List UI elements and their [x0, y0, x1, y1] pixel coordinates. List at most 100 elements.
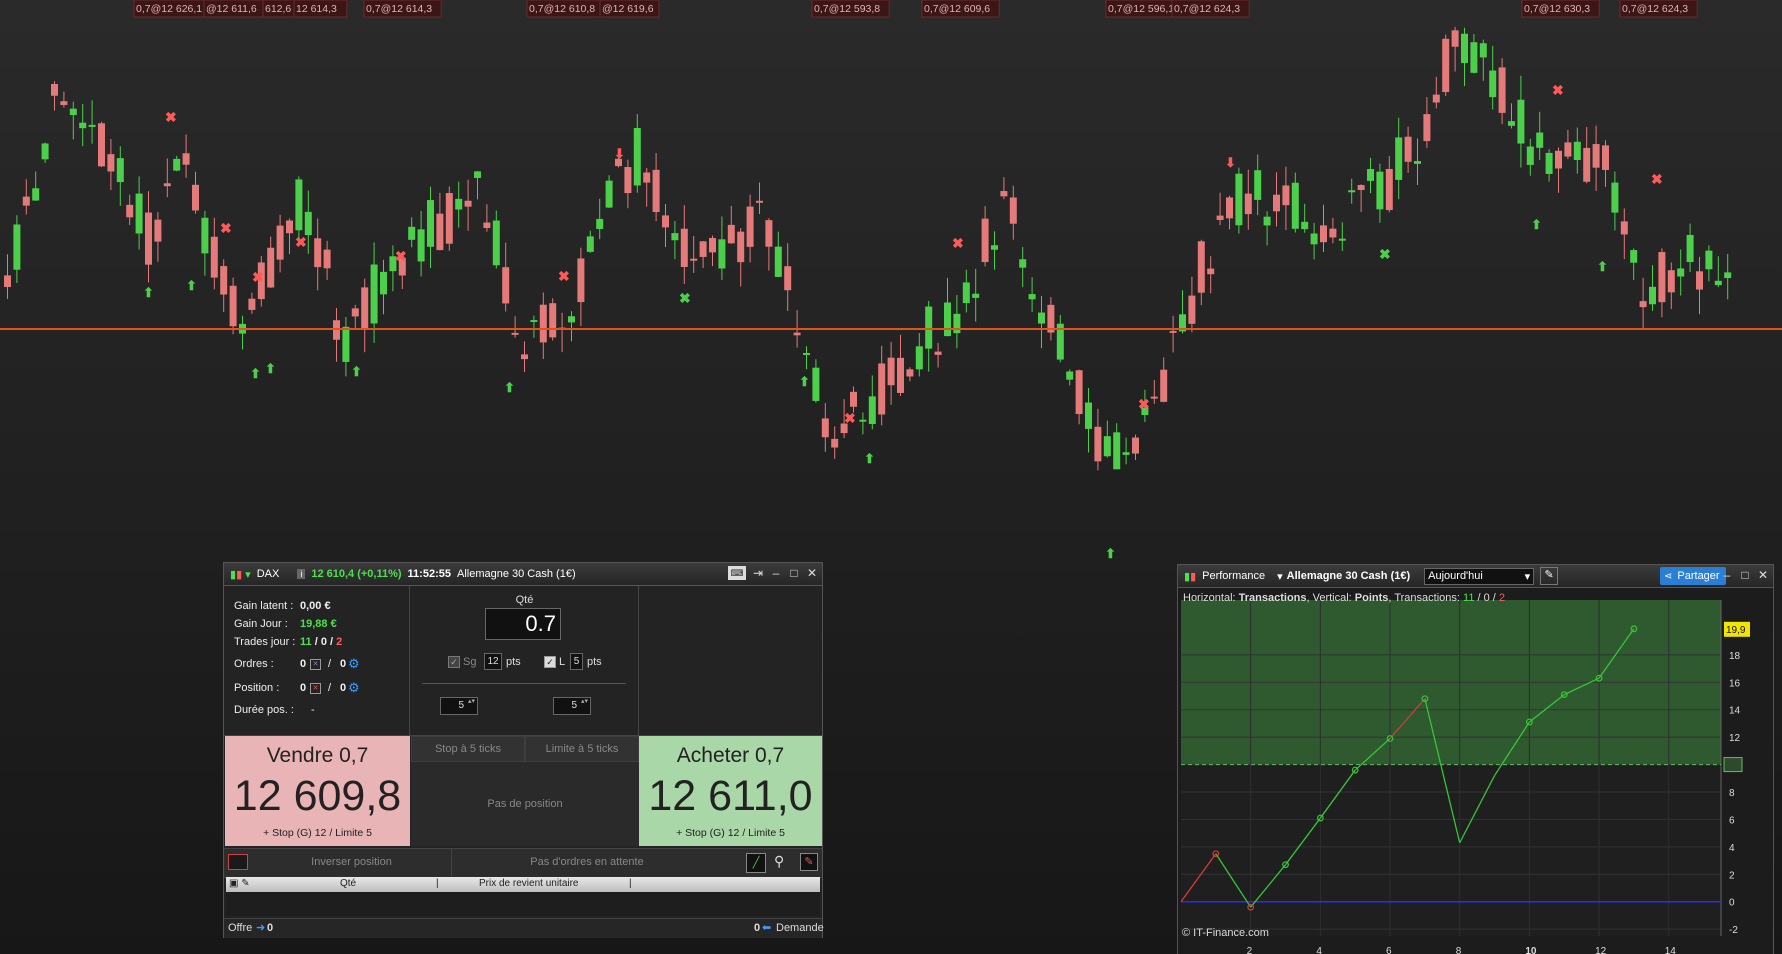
candle-body	[1564, 142, 1572, 157]
candle-body	[1338, 238, 1346, 241]
candle-body	[530, 320, 538, 323]
grid-menu-icon[interactable]	[228, 854, 248, 870]
market-dropdown-icon[interactable]: ▾	[1277, 570, 1283, 583]
info-icon[interactable]: i	[297, 569, 306, 579]
candle-body	[427, 200, 434, 247]
reverse-position-button[interactable]: Inverser position	[252, 849, 452, 876]
top-price-label: 0,7@12 630,3	[1524, 3, 1590, 15]
candle-body	[220, 266, 228, 295]
candle-body	[1489, 70, 1497, 98]
candle-body	[981, 218, 989, 263]
candle-body	[4, 275, 11, 288]
demande-value: 0	[754, 922, 761, 934]
sg-checkbox[interactable]: ✓	[448, 656, 460, 668]
top-price-label: 0,7@12 596,1	[1108, 3, 1174, 15]
candle-body	[248, 298, 256, 310]
candle-body	[1432, 94, 1440, 103]
minimize-icon[interactable]: –	[770, 566, 782, 580]
sg-input[interactable]: 12	[484, 653, 502, 670]
limit-ticks-button[interactable]: Limite à 5 ticks	[525, 736, 639, 762]
copyright-text: © IT-Finance.com	[1182, 927, 1269, 939]
magnet-icon[interactable]: ⚲	[774, 853, 784, 870]
market-name: Allemagne 30 Cash (1€)	[456, 568, 576, 580]
instrument-name[interactable]: DAX	[257, 568, 280, 580]
chart-type-icon[interactable]: ▮▮ ▾	[230, 568, 251, 581]
top-price-label: 0,7@12 624,3	[1174, 3, 1240, 15]
trade-panel-titlebar[interactable]: ▮▮ ▾ DAX i 12 610,4 (+0,11%) 11:52:55 Al…	[224, 563, 822, 586]
keyboard-icon[interactable]: ⌨	[728, 566, 746, 580]
positions-table-body	[226, 892, 820, 916]
maximize-icon[interactable]: □	[788, 566, 800, 580]
candle-body	[953, 313, 961, 334]
buy-entry-arrow: ⬆	[143, 285, 154, 300]
candle-body	[1498, 67, 1506, 113]
sg-label: Sg	[463, 656, 477, 668]
candle-body	[812, 367, 820, 401]
table-options-icon[interactable]: ▣ ✎	[229, 878, 250, 889]
candle-body	[126, 204, 134, 218]
candle-body	[624, 167, 632, 194]
orders-delete-icon[interactable]: ✕	[310, 659, 321, 670]
buy-button[interactable]: Acheter 0,7 12 611,0 + Stop (G) 12 / Lim…	[639, 736, 822, 846]
l-input[interactable]: 5	[570, 653, 583, 670]
candle-body	[1451, 30, 1459, 47]
l-checkbox[interactable]: ✓	[544, 656, 556, 668]
candle-body	[1677, 268, 1685, 277]
orders-settings-icon[interactable]: ⚙	[348, 656, 360, 672]
y-tick-label: 0	[1729, 898, 1735, 909]
candle-body	[445, 193, 453, 244]
candle-body	[577, 258, 585, 303]
candle-body	[934, 351, 942, 355]
share-button[interactable]: ⋖ Partager	[1660, 567, 1726, 585]
candle-body	[1216, 215, 1224, 220]
candle-body	[1009, 197, 1017, 224]
position-count-b: 0	[340, 682, 347, 694]
minimize-icon[interactable]: –	[1721, 568, 1733, 582]
l-pts-label: pts	[587, 656, 602, 668]
tools-icon[interactable]: ✎	[800, 853, 818, 871]
no-position-text: Pas de position	[411, 762, 639, 846]
buy-entry-arrow: ⬆	[1105, 546, 1116, 561]
candle-body	[1536, 132, 1544, 148]
buy-entry-arrow: ⬆	[186, 278, 197, 293]
table-header-cost[interactable]: Prix de revient unitaire	[479, 878, 579, 889]
x-tick-label: 10	[1525, 946, 1537, 954]
candle-body	[464, 200, 472, 207]
candle-body	[1169, 330, 1177, 333]
pin-icon[interactable]: ⇥	[752, 566, 764, 580]
candle-body	[1263, 216, 1271, 226]
position-settings-icon[interactable]: ⚙	[348, 680, 360, 696]
maximize-icon[interactable]: □	[1739, 568, 1751, 582]
wrench-icon[interactable]: ✎	[1540, 567, 1559, 585]
buy-entry-arrow: ⬆	[265, 361, 276, 376]
candle-body	[408, 226, 416, 240]
ordres-label: Ordres :	[234, 658, 274, 670]
period-select[interactable]: Aujourd'hui ▾	[1424, 567, 1535, 585]
qty-input[interactable]: 0.7	[485, 608, 561, 640]
buy-entry-arrow: ⬆	[1597, 259, 1608, 274]
close-icon[interactable]: ✕	[806, 566, 818, 580]
performance-chart[interactable]: -2024681012141618246810121419,9	[1178, 588, 1773, 954]
candle-body	[746, 206, 754, 247]
stop-ticks-spinner[interactable]: 5	[440, 697, 478, 715]
table-header-qty[interactable]: Qté	[340, 878, 356, 889]
trade-exit-marker: ✖	[1651, 171, 1663, 187]
chart-type-icon[interactable]: ▮▮	[1184, 570, 1196, 583]
legend-separator: /	[1474, 592, 1484, 604]
stop-ticks-button[interactable]: Stop à 5 ticks	[411, 736, 525, 762]
sell-button[interactable]: Vendre 0,7 12 609,8 + Stop (G) 12 / Limi…	[225, 736, 410, 846]
position-close-icon[interactable]: ✕	[310, 683, 321, 694]
candle-body	[1207, 268, 1215, 275]
trade-exit-marker: ✖	[165, 109, 177, 125]
trades-separator: /	[326, 636, 337, 648]
candle-body	[718, 239, 726, 269]
close-icon[interactable]: ✕	[1757, 568, 1769, 582]
pending-orders-button[interactable]: Pas d'ordres en attente	[452, 849, 722, 876]
candle-body	[286, 220, 293, 234]
performance-market[interactable]: Allemagne 30 Cash (1€)	[1287, 570, 1411, 582]
candle-body	[1150, 396, 1158, 399]
limit-ticks-spinner[interactable]: 5	[553, 697, 591, 715]
chart-icon[interactable]: ╱	[746, 853, 766, 873]
performance-titlebar[interactable]: ▮▮ Performance ▾ Allemagne 30 Cash (1€) …	[1178, 565, 1773, 588]
top-price-label: 0,7@12 626,1	[136, 3, 202, 15]
